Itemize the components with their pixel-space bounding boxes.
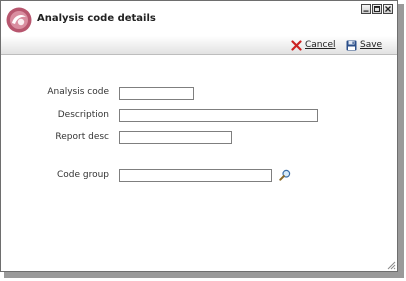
description-label: Description: [57, 110, 109, 120]
toolbar: Cancel Save: [1, 36, 397, 55]
code-group-label-wrap: Code group: [1, 170, 109, 184]
analysis-code-dialog: Analysis code details Cancel Save Analys…: [0, 0, 398, 272]
magnifier-icon[interactable]: [279, 169, 291, 181]
window-controls: [361, 4, 393, 14]
save-button[interactable]: Save: [346, 38, 382, 52]
analysis-code-input[interactable]: [119, 87, 194, 100]
minimize-icon: [363, 10, 369, 12]
analysis-code-label-wrap: Analysis code: [1, 87, 109, 101]
code-group-label: Code group: [56, 170, 109, 180]
maximize-icon: [374, 6, 380, 12]
cancel-button[interactable]: Cancel: [291, 38, 336, 52]
report-desc-label: Report desc: [55, 132, 109, 142]
code-group-input[interactable]: [119, 169, 272, 182]
report-desc-input[interactable]: [119, 131, 232, 144]
save-label: Save: [360, 40, 383, 50]
floppy-disk-icon: [346, 40, 357, 50]
red-x-icon: [291, 39, 302, 51]
close-icon: [385, 6, 391, 12]
close-button[interactable]: [383, 4, 393, 14]
description-input[interactable]: [119, 109, 318, 122]
window-title: Analysis code details: [37, 13, 156, 24]
maximize-button[interactable]: [372, 4, 382, 14]
analysis-code-label: Analysis code: [47, 87, 109, 97]
cancel-label: Cancel: [305, 40, 336, 50]
resize-grip-icon[interactable]: [386, 260, 396, 270]
minimize-button[interactable]: [361, 4, 371, 14]
title-bar[interactable]: Analysis code details: [1, 1, 397, 36]
app-logo-icon: [6, 7, 32, 33]
report-desc-label-wrap: Report desc: [1, 132, 109, 146]
description-label-wrap: Description: [1, 110, 109, 124]
